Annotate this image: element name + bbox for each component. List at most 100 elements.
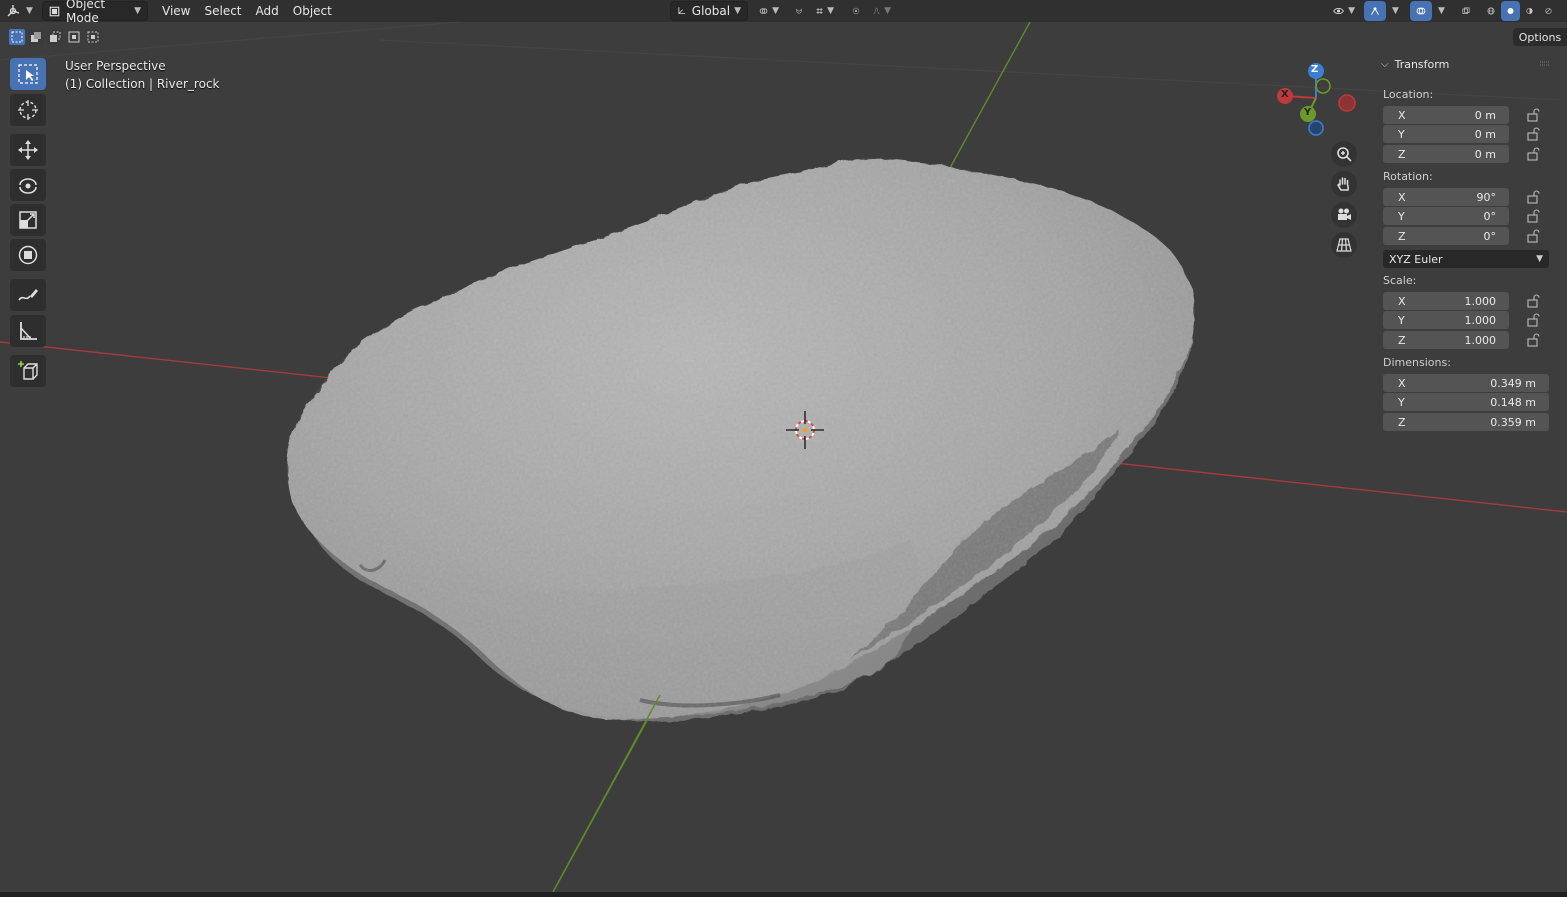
lock-location-z-icon[interactable] [1526, 147, 1540, 161]
dimensions-z-field[interactable]: Z 0.359 m [1383, 413, 1549, 431]
gizmo-icon [1371, 7, 1379, 15]
field-value: 90° [1476, 190, 1497, 204]
snap-target-dropdown[interactable]: ▼ [810, 1, 840, 21]
lock-scale-y-icon[interactable] [1526, 313, 1540, 327]
location-y-field[interactable]: Y 0 m [1383, 125, 1509, 143]
tool-scale[interactable] [10, 204, 46, 236]
menu-view[interactable]: View [156, 1, 196, 21]
select-mode-new[interactable] [9, 29, 25, 45]
perspective-toggle-button[interactable] [1331, 232, 1357, 258]
transform-panel-header[interactable]: ⌵ Transform [1381, 58, 1449, 71]
orientation-label: Global [691, 4, 731, 18]
overlay-dropdown[interactable]: ▼ [1432, 1, 1450, 21]
proportional-falloff-dropdown[interactable]: ▼ [867, 1, 897, 21]
proportional-edit-toggle[interactable] [846, 1, 866, 21]
select-mode-subtract[interactable] [47, 29, 63, 45]
tool-rotate[interactable] [10, 169, 46, 201]
xray-toggle[interactable] [1456, 1, 1476, 21]
lock-rotation-z-icon[interactable] [1526, 229, 1540, 243]
field-value: 0 m [1474, 147, 1496, 161]
tool-select-box[interactable] [10, 58, 46, 90]
viewport-header: ▼ Object Mode ▼ View Select Add Object G… [0, 0, 1567, 25]
snap-toggle[interactable] [789, 1, 809, 21]
rotation-x-field[interactable]: X 90° [1383, 188, 1509, 206]
orientation-global-icon [678, 7, 686, 14]
camera-view-button[interactable] [1331, 202, 1357, 228]
scale-y-field[interactable]: Y 1.000 [1383, 311, 1509, 329]
transform-orientation-dropdown[interactable]: Global ▼ [670, 1, 748, 21]
pivot-icon [759, 8, 768, 14]
field-value: 1.000 [1464, 333, 1497, 347]
chevron-down-icon: ▼ [884, 6, 891, 16]
transform-panel-title: Transform [1394, 58, 1450, 71]
xray-icon [1462, 7, 1470, 14]
lock-location-x-icon[interactable] [1526, 108, 1540, 122]
dimensions-y-field[interactable]: Y 0.148 m [1383, 393, 1549, 411]
tool-measure[interactable] [10, 315, 46, 347]
select-mode-extend[interactable] [28, 29, 44, 45]
dimensions-label: Dimensions: [1383, 356, 1451, 369]
solid-shading-icon [1507, 8, 1514, 14]
chevron-down-icon: ▼ [134, 6, 141, 16]
gizmo-y-label: Y [1304, 107, 1312, 118]
axis-label: Z [1398, 415, 1406, 429]
chevron-down-icon: ▼ [1348, 6, 1355, 16]
pan-button[interactable] [1331, 171, 1357, 197]
rotate-icon [19, 178, 37, 194]
field-value: 0.148 m [1490, 395, 1536, 409]
location-x-field[interactable]: X 0 m [1383, 106, 1509, 124]
tool-cursor[interactable] [10, 94, 46, 126]
lock-rotation-y-icon[interactable] [1526, 209, 1540, 223]
location-z-field[interactable]: Z 0 m [1383, 145, 1509, 163]
overlay-toggle[interactable] [1410, 1, 1432, 21]
measure-icon [20, 322, 37, 340]
field-value: 0 m [1474, 108, 1496, 122]
object-visibility-dropdown[interactable]: ▼ [1327, 1, 1361, 21]
field-value: 1.000 [1464, 294, 1497, 308]
chevron-down-icon: ▼ [1536, 254, 1543, 264]
object-origin [802, 427, 808, 433]
tool-add-cube[interactable] [10, 355, 46, 387]
select-mode-intersect[interactable] [85, 29, 101, 45]
menu-add[interactable]: Add [250, 1, 285, 21]
lock-rotation-x-icon[interactable] [1526, 190, 1540, 204]
select-intersect-icon [87, 31, 99, 43]
editor-type-dropdown[interactable]: ▼ [0, 1, 40, 21]
annotate-icon [18, 289, 38, 301]
gizmo-dropdown[interactable]: ▼ [1386, 1, 1404, 21]
wireframe-shading-button[interactable] [1481, 1, 1501, 21]
scale-z-field[interactable]: Z 1.000 [1383, 331, 1509, 349]
rock-texture [286, 158, 1195, 720]
tool-transform[interactable] [10, 239, 46, 271]
zoom-button[interactable] [1331, 141, 1357, 167]
axis-label: X [1398, 190, 1406, 204]
menu-object[interactable]: Object [287, 1, 338, 21]
solid-shading-button[interactable] [1501, 1, 1520, 21]
lock-location-y-icon[interactable] [1526, 127, 1540, 141]
chevron-down-icon: ⌵ [1381, 59, 1389, 70]
scale-x-field[interactable]: X 1.000 [1383, 292, 1509, 310]
pivot-point-dropdown[interactable]: ▼ [753, 1, 785, 21]
rotation-mode-dropdown[interactable]: XYZ Euler ▼ [1383, 250, 1549, 268]
field-value: 0° [1483, 209, 1497, 223]
menu-select[interactable]: Select [198, 1, 247, 21]
lock-scale-x-icon[interactable] [1526, 294, 1540, 308]
lock-scale-z-icon[interactable] [1526, 333, 1540, 347]
select-new-icon [11, 31, 23, 43]
tool-move[interactable] [10, 134, 46, 166]
move-icon [18, 140, 38, 160]
rendered-shading-button[interactable] [1539, 1, 1558, 21]
drag-handle-icon[interactable] [1539, 58, 1551, 68]
tool-annotate[interactable] [10, 279, 46, 311]
options-button[interactable]: Options [1513, 28, 1567, 46]
field-value: 0.349 m [1490, 376, 1536, 390]
rotation-z-field[interactable]: Z 0° [1383, 227, 1509, 245]
rendered-shading-icon [1545, 7, 1552, 15]
select-mode-invert[interactable] [66, 29, 82, 45]
rotation-y-field[interactable]: Y 0° [1383, 207, 1509, 225]
dimensions-x-field[interactable]: X 0.349 m [1383, 374, 1549, 392]
gizmo-toggle[interactable] [1364, 1, 1386, 21]
cursor-icon [18, 100, 38, 120]
material-shading-button[interactable] [1520, 1, 1539, 21]
mode-dropdown[interactable]: Object Mode ▼ [42, 0, 148, 25]
